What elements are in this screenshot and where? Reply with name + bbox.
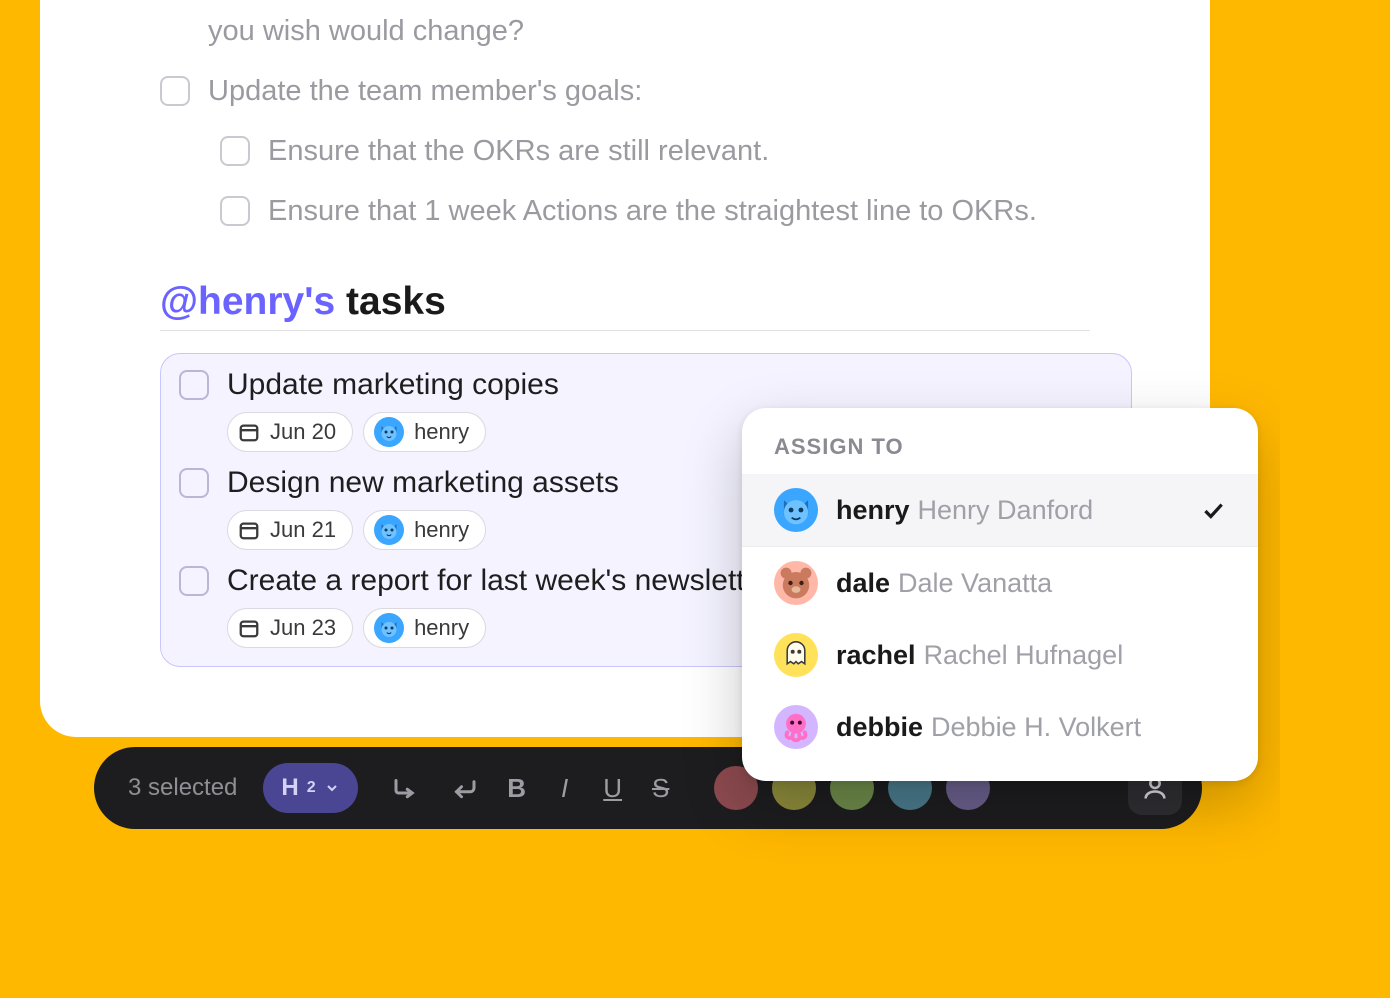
divider [160, 330, 1090, 331]
popup-title: ASSIGN TO [742, 434, 1258, 474]
bear-avatar-icon [774, 561, 818, 605]
fox-avatar-icon [774, 488, 818, 532]
assignee-pill[interactable]: henry [363, 412, 486, 452]
section-title: @henry's tasks [160, 280, 1090, 324]
indent-button[interactable] [384, 766, 428, 810]
date-pill[interactable]: Jun 23 [227, 608, 353, 648]
checkbox[interactable] [179, 468, 209, 498]
checkbox[interactable] [179, 370, 209, 400]
return-icon [449, 773, 479, 803]
assign-option[interactable]: debbieDebbie H. Volkert [742, 691, 1258, 763]
doc-checklist-subitem: Ensure that the OKRs are still relevant. [160, 130, 1090, 172]
doc-checklist-item: Update the team member's goals: [160, 70, 1090, 112]
check-icon [1200, 497, 1226, 523]
task-title: Design new marketing assets [227, 466, 619, 500]
fox-avatar-icon [374, 613, 404, 643]
assignee-pill[interactable]: henry [363, 608, 486, 648]
selection-count: 3 selected [128, 774, 237, 802]
italic-button[interactable]: I [548, 773, 582, 804]
calendar-icon [238, 421, 260, 443]
heading-dropdown[interactable]: H2 [263, 763, 357, 813]
task-title: Update marketing copies [227, 368, 559, 402]
assign-option[interactable]: daleDale Vanatta [742, 547, 1258, 619]
doc-line-continuation: you wish would change? [160, 10, 1090, 52]
assign-popup: ASSIGN TO henryHenry Danford daleDale Va… [742, 408, 1258, 781]
checkbox[interactable] [179, 566, 209, 596]
newline-button[interactable] [442, 766, 486, 810]
octopus-avatar-icon [774, 705, 818, 749]
fox-avatar-icon [374, 417, 404, 447]
calendar-icon [238, 617, 260, 639]
assign-option[interactable]: rachelRachel Hufnagel [742, 619, 1258, 691]
calendar-icon [238, 519, 260, 541]
checkbox[interactable] [220, 196, 250, 226]
assign-option[interactable]: henryHenry Danford [742, 474, 1258, 546]
ghost-avatar-icon [774, 633, 818, 677]
mention[interactable]: @henry's [160, 280, 335, 323]
checkbox[interactable] [160, 76, 190, 106]
bold-button[interactable]: B [500, 773, 534, 804]
chevron-down-icon [324, 780, 340, 796]
assignee-pill[interactable]: henry [363, 510, 486, 550]
date-pill[interactable]: Jun 21 [227, 510, 353, 550]
date-pill[interactable]: Jun 20 [227, 412, 353, 452]
doc-checklist-subitem: Ensure that 1 week Actions are the strai… [160, 190, 1090, 232]
checkbox[interactable] [220, 136, 250, 166]
strikethrough-button[interactable]: S [644, 773, 678, 804]
task-title: Create a report for last week's newslett… [227, 564, 771, 598]
indent-icon [391, 773, 421, 803]
underline-button[interactable]: U [596, 773, 630, 804]
fox-avatar-icon [374, 515, 404, 545]
